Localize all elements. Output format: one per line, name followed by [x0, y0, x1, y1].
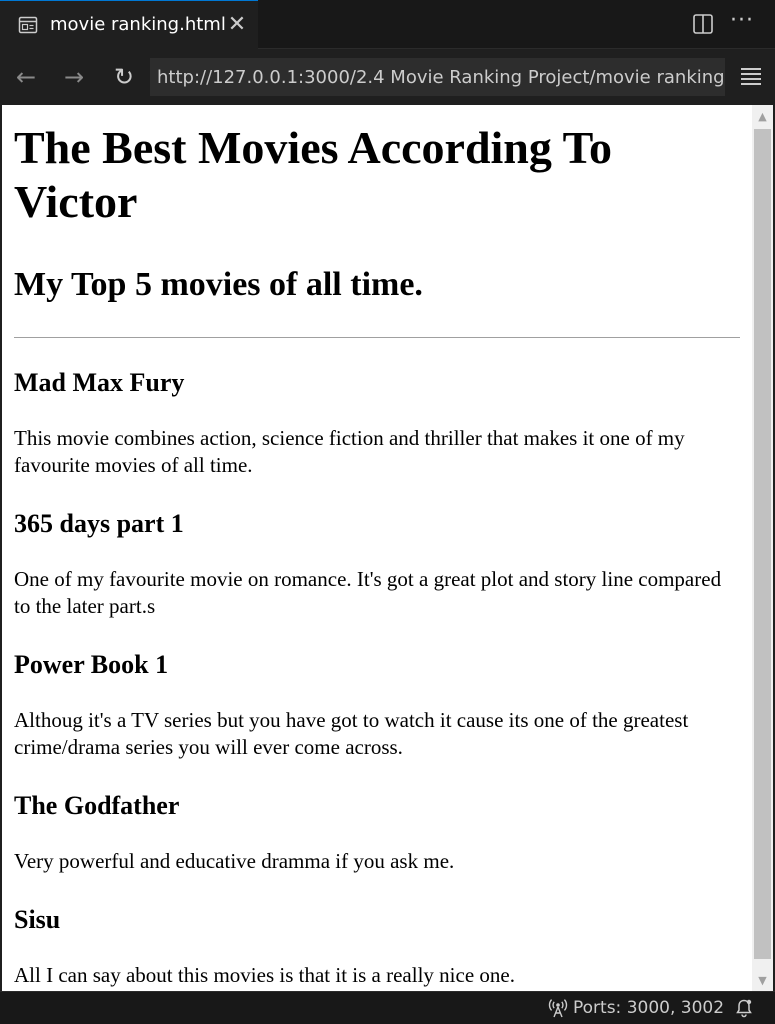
ports-label: Ports: 3000, 3002	[573, 998, 725, 1018]
movie-description: All I can say about this movies is that …	[14, 963, 515, 987]
vertical-scrollbar[interactable]: ▲ ▼	[752, 105, 773, 991]
ports-status-item[interactable]: Ports: 3000, 3002	[548, 992, 724, 1024]
movie-description: Althoug it's a TV series but you have go…	[14, 708, 689, 759]
page-title: The Best Movies According To Victor	[14, 122, 613, 227]
tab-movie-ranking[interactable]: movie ranking.html ✕	[0, 0, 258, 49]
scroll-down-icon[interactable]: ▼	[752, 971, 773, 991]
movie-title: Mad Max Fury	[14, 368, 185, 397]
movie-title: Power Book 1	[14, 650, 169, 679]
preview-icon	[18, 16, 38, 34]
browser-nav-bar: ← → ↻ http://127.0.0.1:3000/2.4 Movie Ra…	[0, 49, 775, 105]
scrollbar-thumb[interactable]	[754, 129, 771, 959]
tab-label: movie ranking.html	[50, 14, 226, 35]
forward-arrow-icon[interactable]: →	[60, 63, 88, 91]
divider	[14, 337, 740, 338]
movie-title: The Godfather	[14, 791, 180, 820]
back-arrow-icon[interactable]: ←	[12, 63, 40, 91]
movie-title: 365 days part 1	[14, 509, 184, 538]
movie-description: Very powerful and educative dramma if yo…	[14, 849, 455, 873]
movie-description: This movie combines action, science fict…	[14, 426, 685, 477]
page-subtitle: My Top 5 movies of all time.	[14, 266, 423, 303]
close-icon[interactable]: ✕	[226, 14, 248, 36]
movie-title: Sisu	[14, 905, 61, 934]
tab-bar: movie ranking.html ✕ ···	[0, 0, 775, 49]
address-bar[interactable]: http://127.0.0.1:3000/2.4 Movie Ranking …	[150, 58, 725, 96]
status-bar: Ports: 3000, 3002	[0, 991, 775, 1024]
reload-icon[interactable]: ↻	[110, 63, 138, 91]
split-editor-icon[interactable]	[692, 13, 714, 35]
more-actions-icon[interactable]: ···	[728, 10, 756, 36]
page-viewport: The Best Movies According To Victor My T…	[2, 105, 752, 991]
page-content: The Best Movies According To Victor My T…	[2, 121, 752, 989]
broadcast-icon	[548, 999, 568, 1018]
scroll-up-icon[interactable]: ▲	[752, 107, 773, 127]
hamburger-menu-icon[interactable]	[740, 65, 762, 87]
bell-icon[interactable]	[734, 998, 754, 1018]
movie-description: One of my favourite movie on romance. It…	[14, 567, 722, 618]
